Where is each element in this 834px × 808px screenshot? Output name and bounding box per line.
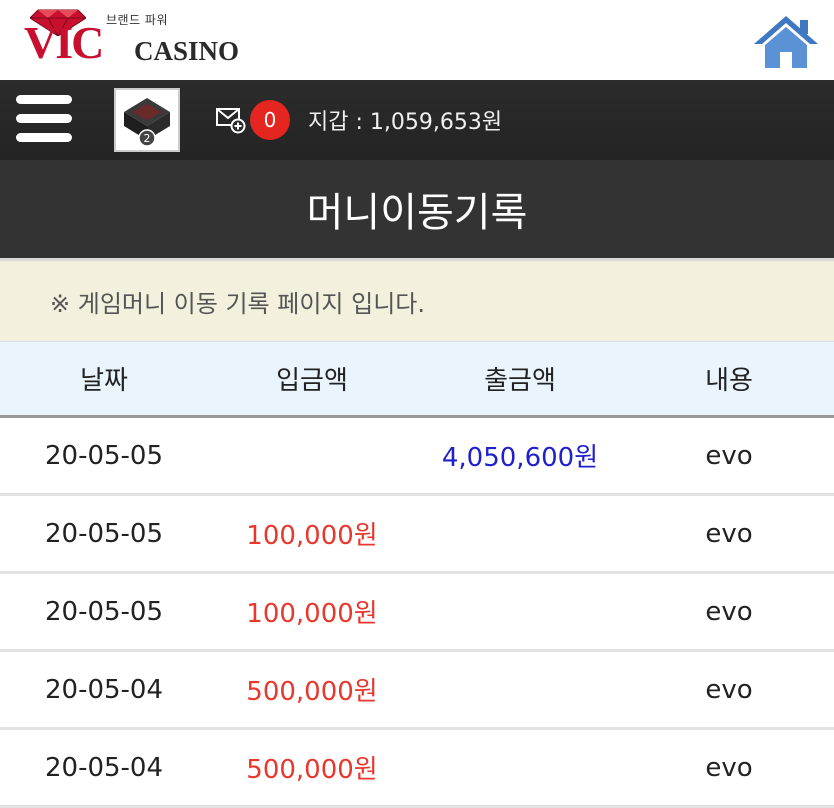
cell-deposit: 100,000원	[246, 599, 378, 629]
home-icon	[754, 16, 818, 68]
mail-area: 0 지갑 : 1,059,653원	[216, 100, 503, 140]
wallet-balance: 지갑 : 1,059,653원	[308, 110, 503, 135]
user-bar: 2 0 지갑 : 1,059,653원	[0, 80, 834, 160]
cell-memo: evo	[705, 596, 753, 627]
cell-deposit: 500,000원	[246, 677, 378, 707]
top-header: 브랜드 파워 VIC CASINO	[0, 0, 834, 80]
page: 브랜드 파워 VIC CASINO 2 0 지갑: 1,059,653원 머니…	[0, 0, 834, 808]
page-notice: ※ 게임머니 이동 기록 페이지 입니다.	[0, 258, 834, 341]
cell-memo: evo	[705, 674, 753, 705]
table-row: 20-05-05 100,000원 evo	[0, 574, 834, 652]
title-band: 머니이동기록	[0, 160, 834, 258]
cell-date: 20-05-05	[44, 518, 163, 549]
table-row: 20-05-04 500,000원 evo	[0, 730, 834, 808]
brand-tagline: 브랜드 파워	[106, 13, 169, 27]
money-transfer-table: 날짜 입금액 출금액 내용 20-05-05 4,050,600원 evo 20…	[0, 341, 834, 808]
cell-date: 20-05-05	[44, 440, 163, 471]
cell-date: 20-05-05	[44, 596, 163, 627]
header-deposit: 입금액	[276, 366, 348, 396]
message-count-badge[interactable]: 0	[250, 100, 290, 140]
level-badge[interactable]: 2	[114, 88, 180, 152]
brand-name-main: VIC	[24, 17, 104, 68]
table-row: 20-05-04 500,000원 evo	[0, 652, 834, 730]
level-number: 2	[144, 132, 151, 145]
header-withdraw: 출금액	[484, 366, 556, 396]
cell-deposit: 500,000원	[246, 755, 378, 785]
brand-logo[interactable]: 브랜드 파워 VIC CASINO	[24, 8, 254, 72]
cell-memo: evo	[705, 518, 753, 549]
cell-deposit: 100,000원	[246, 521, 378, 551]
cell-withdraw: 4,050,600원	[441, 443, 599, 473]
level-icon: 2	[118, 92, 176, 148]
cell-date: 20-05-04	[44, 674, 163, 705]
cell-date: 20-05-04	[44, 752, 163, 783]
table-header: 날짜 입금액 출금액 내용	[0, 341, 834, 418]
hamburger-menu-icon[interactable]	[16, 95, 72, 145]
header-date: 날짜	[80, 366, 128, 396]
cell-memo: evo	[705, 440, 753, 471]
table-row: 20-05-05 100,000원 evo	[0, 496, 834, 574]
table-row: 20-05-05 4,050,600원 evo	[0, 418, 834, 496]
home-button[interactable]	[754, 12, 818, 70]
header-memo: 내용	[705, 366, 753, 396]
cell-memo: evo	[705, 752, 753, 783]
page-title: 머니이동기록	[306, 190, 528, 236]
brand-name-sub: CASINO	[134, 36, 240, 66]
mail-add-icon[interactable]	[216, 106, 246, 134]
